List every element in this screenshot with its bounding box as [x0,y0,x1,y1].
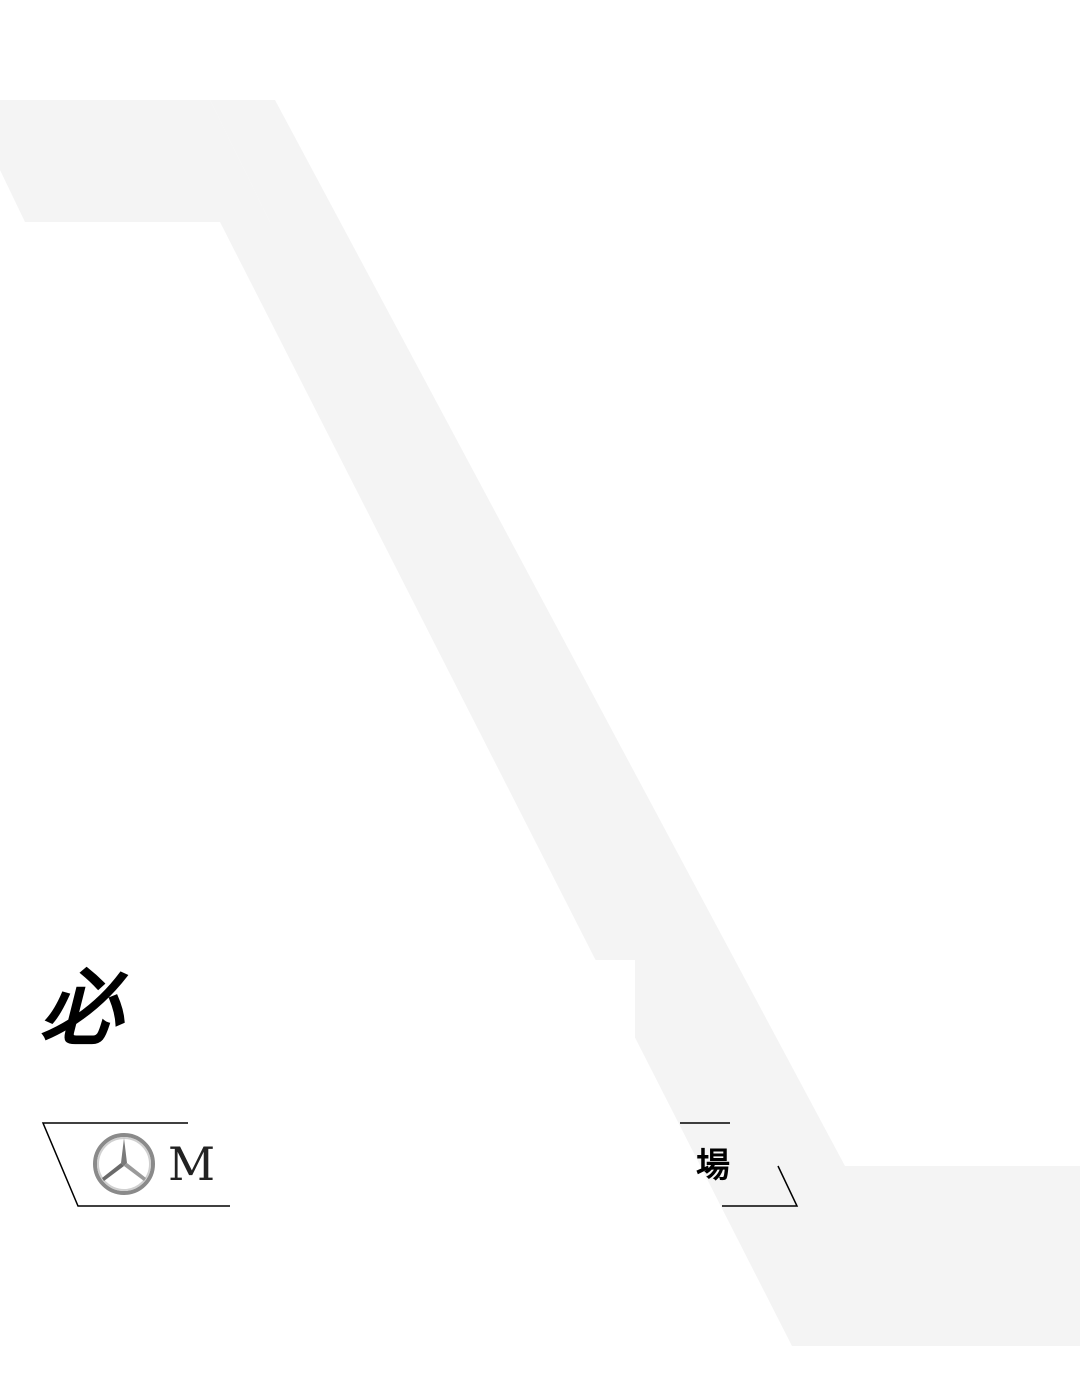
background-diagonal-band [0,100,1080,1346]
cover-page: 必 M 場 [0,0,1080,1390]
page-title: 必 [40,962,126,1057]
background-diagonal-stripe [210,100,1080,1346]
title-area: 必 [40,960,1040,1080]
brand-wordmark: M [168,1137,216,1191]
three-pointed-star-icon [93,1133,155,1195]
title-gap [165,960,635,1080]
banner-text: 場 [696,1146,730,1186]
